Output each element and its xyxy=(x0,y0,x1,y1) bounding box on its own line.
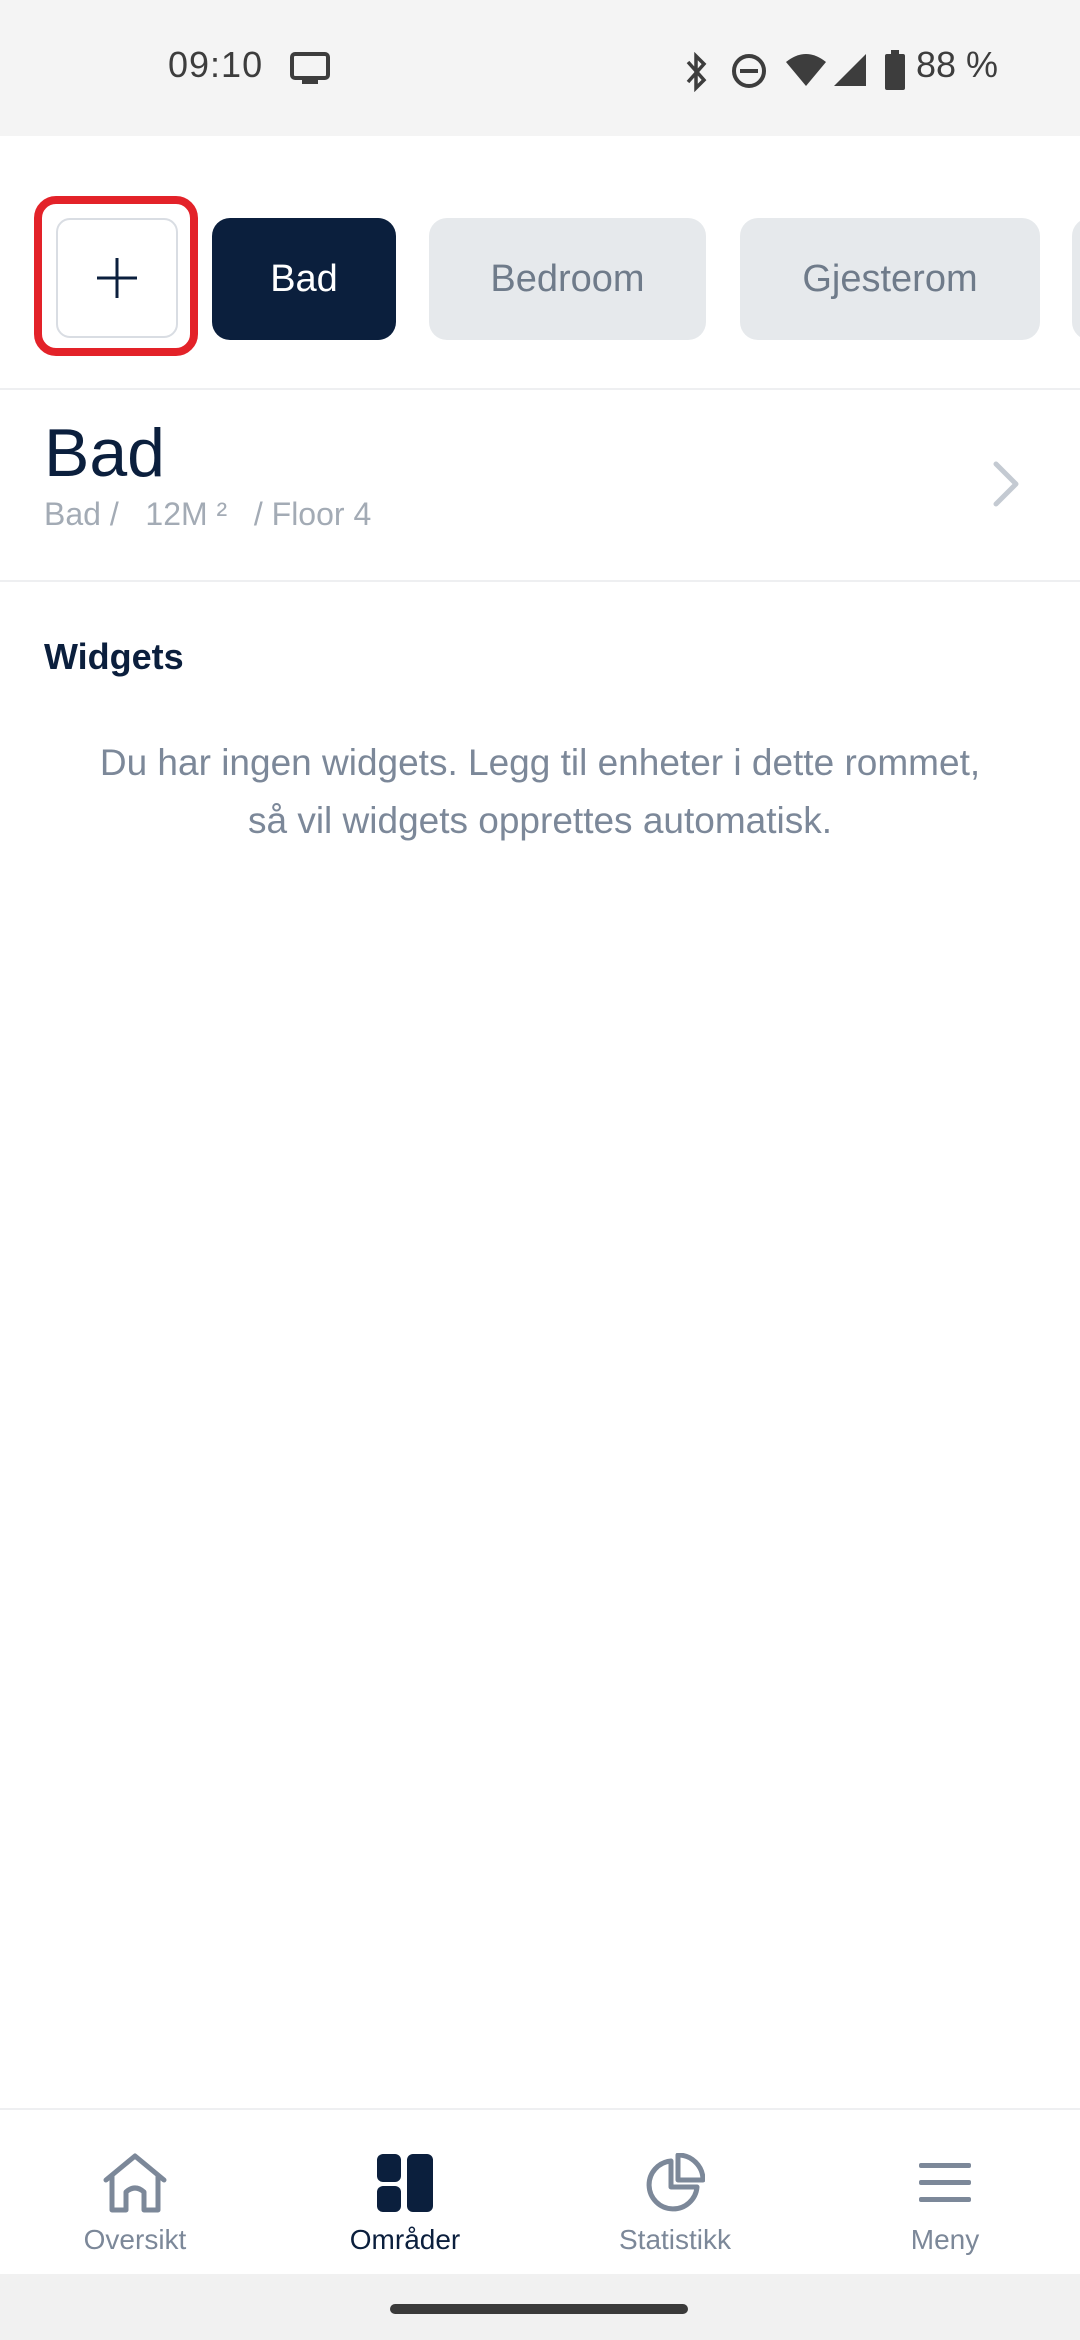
room-type: Bad / xyxy=(44,496,119,532)
divider xyxy=(0,580,1080,582)
battery-icon xyxy=(884,50,906,95)
widgets-heading: Widgets xyxy=(44,636,184,677)
bluetooth-icon xyxy=(680,51,712,97)
room-meta: Bad / 12M ² / Floor 4 xyxy=(44,496,371,533)
bottom-navigation: Oversikt Områder Statistikk Meny xyxy=(0,2108,1080,2274)
cast-icon xyxy=(290,52,330,91)
nav-item-statistikk[interactable]: Statistikk xyxy=(540,2110,810,2276)
tab-bedroom[interactable]: Bedroom xyxy=(429,218,706,340)
signal-icon xyxy=(832,52,868,93)
room-floor: / Floor 4 xyxy=(253,496,372,532)
room-details-row[interactable]: Bad Bad / 12M ² / Floor 4 xyxy=(0,390,1080,580)
add-room-button[interactable] xyxy=(56,218,178,338)
widgets-empty-message: Du har ingen widgets. Legg til enheter i… xyxy=(99,742,981,841)
room-size: 12M ² xyxy=(145,496,228,532)
nav-label: Oversikt xyxy=(83,2224,187,2255)
nav-item-omrader[interactable]: Områder xyxy=(270,2110,540,2276)
tab-gjesterom[interactable]: Gjesterom xyxy=(740,218,1040,340)
nav-label: Meny xyxy=(910,2224,980,2255)
home-icon xyxy=(100,2150,170,2216)
room-tabs: Bad Bedroom Gjesterom xyxy=(0,196,1080,366)
status-time: 09:10 xyxy=(168,44,264,85)
nav-item-meny[interactable]: Meny xyxy=(810,2110,1080,2276)
wifi-icon xyxy=(784,52,828,93)
battery-percentage: 88 % xyxy=(916,44,999,85)
status-bar: 09:10 88 % xyxy=(0,0,1080,136)
plus-icon xyxy=(97,258,137,298)
nav-item-oversikt[interactable]: Oversikt xyxy=(0,2110,270,2276)
do-not-disturb-icon xyxy=(730,52,768,95)
gesture-area xyxy=(0,2274,1080,2340)
tab-next-partial[interactable] xyxy=(1072,218,1080,340)
tab-bad[interactable]: Bad xyxy=(212,218,396,340)
home-gesture-bar[interactable] xyxy=(390,2304,688,2314)
areas-grid-icon xyxy=(377,2150,433,2216)
nav-label: Statistikk xyxy=(618,2224,732,2255)
pie-chart-icon xyxy=(645,2150,705,2216)
nav-label: Områder xyxy=(349,2224,461,2255)
chevron-right-icon xyxy=(992,460,1020,513)
room-title: Bad xyxy=(44,415,165,491)
menu-icon xyxy=(919,2150,971,2216)
